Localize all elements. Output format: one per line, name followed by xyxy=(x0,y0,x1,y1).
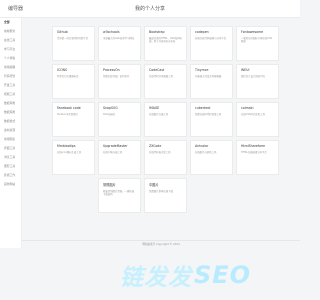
link-card[interactable]: Tinymce 功能强大的富文本编辑器 xyxy=(190,64,233,99)
card-description: 阿里巴巴矢量图标库 xyxy=(57,75,79,78)
sidebar-item[interactable]: 界面工具 xyxy=(0,144,21,153)
link-card[interactable]: colmain 在线CSS样式查询工具 xyxy=(236,102,279,137)
card-description: 世界第一的开源代码托管平台 xyxy=(57,37,89,40)
link-card[interactable]: WEUI 微信官方设计团队UI库 xyxy=(236,64,279,99)
card-description: SVG动画库 xyxy=(103,113,116,116)
card-title: ICONS xyxy=(57,68,68,72)
sidebar-item[interactable]: 学习平台 xyxy=(0,45,21,54)
link-card[interactable]: SnapSVG SVG动画库 xyxy=(98,102,141,137)
sidebar-item[interactable]: 数据库类 xyxy=(0,108,21,117)
sidebar-item[interactable]: 影视工作 xyxy=(0,171,21,180)
card-title: HtmlShareform xyxy=(241,144,266,148)
card-description: Facebook开源项目 xyxy=(57,113,78,116)
link-card[interactable]: UpgradeMaster 在线字体压缩工具 xyxy=(98,140,141,175)
card-title: IMAGE xyxy=(149,106,160,110)
card-title: 常规图片 xyxy=(103,183,116,187)
sidebar-item[interactable]: 数据格式 xyxy=(0,117,21,126)
card-title: codepen xyxy=(195,30,209,34)
card-title: SnapSVG xyxy=(103,106,118,110)
sidebar-item[interactable]: 全部 xyxy=(0,18,21,27)
card-title: Antcolor xyxy=(195,144,209,148)
sidebar-item[interactable]: 浏览工具 xyxy=(0,153,21,162)
card-title: ProcessOn xyxy=(103,68,120,72)
link-card[interactable]: codepen 前端在线代码编辑与分享平台 xyxy=(190,26,233,61)
link-card[interactable]: cubertext 免费在线JS代码混淆工具 xyxy=(190,102,233,137)
card-title: cubertext xyxy=(195,106,211,110)
card-description: HTML在线编辑分享平台 xyxy=(241,151,267,154)
card-description: 在线图片压缩工具 xyxy=(149,113,169,116)
card-description: 免费图片素材在线下载 xyxy=(149,190,173,193)
link-card[interactable]: Facebook code Facebook开源项目 xyxy=(52,102,95,137)
card-title: 中图片 xyxy=(149,183,159,187)
card-title: WEUI xyxy=(241,68,250,72)
sidebar-item[interactable]: 在线工具 xyxy=(0,36,21,45)
card-title: Fontawesome xyxy=(241,30,264,34)
link-card[interactable]: ZXCode 在线代码格式化工具 xyxy=(144,140,187,175)
link-card[interactable]: Mmbiaotips 在线icon图标生成工具 xyxy=(52,140,95,175)
card-description: 最受欢迎的HTML、CSS和JS框架，用于开发响应式布局 xyxy=(149,37,182,44)
sidebar-item[interactable]: 常用图表 xyxy=(0,135,21,144)
card-title: ZXCode xyxy=(149,144,162,148)
card-description: 一套绝佳的图标字体库和CSS框架 xyxy=(241,37,273,44)
card-description: 在线CSS样式查询工具 xyxy=(241,113,265,116)
sidebar-nav: 全部 前端框架 在线工具 学习平台 个人博客 常用编程 代码托管 开发工具 视频工具 数据库类 数据… xyxy=(0,18,22,248)
link-card[interactable]: Antcolor 在线配色与颜色工具 xyxy=(190,140,233,175)
card-title: UpgradeMaster xyxy=(103,144,128,148)
card-description: 全球最大的web技术学习网站 xyxy=(103,37,135,40)
watermark-cn: 链发发 xyxy=(120,265,192,291)
sidebar-item[interactable]: 前端框架 xyxy=(0,27,21,36)
card-description: 免费在线JS代码混淆工具 xyxy=(195,113,222,116)
link-card[interactable]: Fontawesome 一套绝佳的图标字体库和CSS框架 xyxy=(236,26,279,61)
card-description: 在线配色与颜色工具 xyxy=(195,151,217,154)
card-title: CodeCast xyxy=(149,68,165,72)
card-description: 在线代码分享截图工具 xyxy=(149,75,173,78)
link-card[interactable]: Github 世界第一的开源代码托管平台 xyxy=(52,26,95,61)
sidebar-item[interactable]: 素材资源 xyxy=(0,126,21,135)
link-card[interactable]: ProcessOn 免费在线作图，实时协作 xyxy=(98,64,141,99)
link-card[interactable]: 中图片免费图片素材在线下载 xyxy=(144,178,187,213)
page-title: 我的个人分享 xyxy=(134,6,165,12)
link-card-grid: Github 世界第一的开源代码托管平台 w3schools 全球最大的web技术学习… xyxy=(52,26,282,213)
link-card[interactable]: HtmlShareform HTML在线编辑分享平台 xyxy=(236,140,279,175)
link-card[interactable]: IMAGE 在线图片压缩工具 xyxy=(144,102,187,137)
card-description: 在线代码格式化工具 xyxy=(149,151,171,154)
card-title: Bootstrap xyxy=(149,30,165,34)
card-title: Facebook code xyxy=(57,106,81,110)
sidebar-item[interactable]: 视频工具 xyxy=(0,90,21,99)
link-card[interactable]: CodeCast 在线代码分享截图工具 xyxy=(144,64,187,99)
link-card[interactable]: Bootstrap 最受欢迎的HTML、CSS和JS框架，用于开发响应式布局 xyxy=(144,26,187,61)
sidebar-item[interactable]: 个人博客 xyxy=(0,54,21,63)
top-bar: 编导器 我的个人分享 xyxy=(0,0,300,18)
watermark-logo: 链发发 SEO xyxy=(120,260,252,291)
card-description: 在线icon图标生成工具 xyxy=(57,151,82,154)
card-title: Mmbiaotips xyxy=(57,144,76,148)
card-description: 微信官方设计团队UI库 xyxy=(241,75,265,78)
card-description: 在线字体压缩工具 xyxy=(103,151,123,154)
card-title: Github xyxy=(57,30,68,34)
card-title: colmain xyxy=(241,106,254,110)
sidebar-item[interactable]: 图形工具 xyxy=(0,162,21,171)
card-description: 前端在线代码编辑与分享平台 xyxy=(195,37,227,40)
sidebar-item[interactable]: 其他网站 xyxy=(0,180,21,189)
card-title: w3schools xyxy=(103,30,120,34)
card-title: Tinymce xyxy=(195,68,209,72)
watermark-en: SEO xyxy=(194,261,252,289)
card-description: 功能强大的富文本编辑器 xyxy=(195,75,222,78)
link-card[interactable]: w3schools 全球最大的web技术学习网站 xyxy=(98,26,141,61)
card-description: 免费在线作图，实时协作 xyxy=(103,75,130,78)
card-description: 收集常用图片资源，一键快速下载使用 xyxy=(103,190,135,197)
sidebar-item[interactable]: 数据库类 xyxy=(0,99,21,108)
link-card[interactable]: ICONS 阿里巴巴矢量图标库 xyxy=(52,64,95,99)
sidebar-item[interactable]: 开发工具 xyxy=(0,81,21,90)
sidebar-item[interactable]: 代码托管 xyxy=(0,72,21,81)
sidebar-item[interactable]: 常用编程 xyxy=(0,63,21,72)
link-card[interactable]: 常规图片收集常用图片资源，一键快速下载使用 xyxy=(98,178,141,213)
footer-text: 网站备案号 Copyright © 2024 xyxy=(142,243,180,246)
